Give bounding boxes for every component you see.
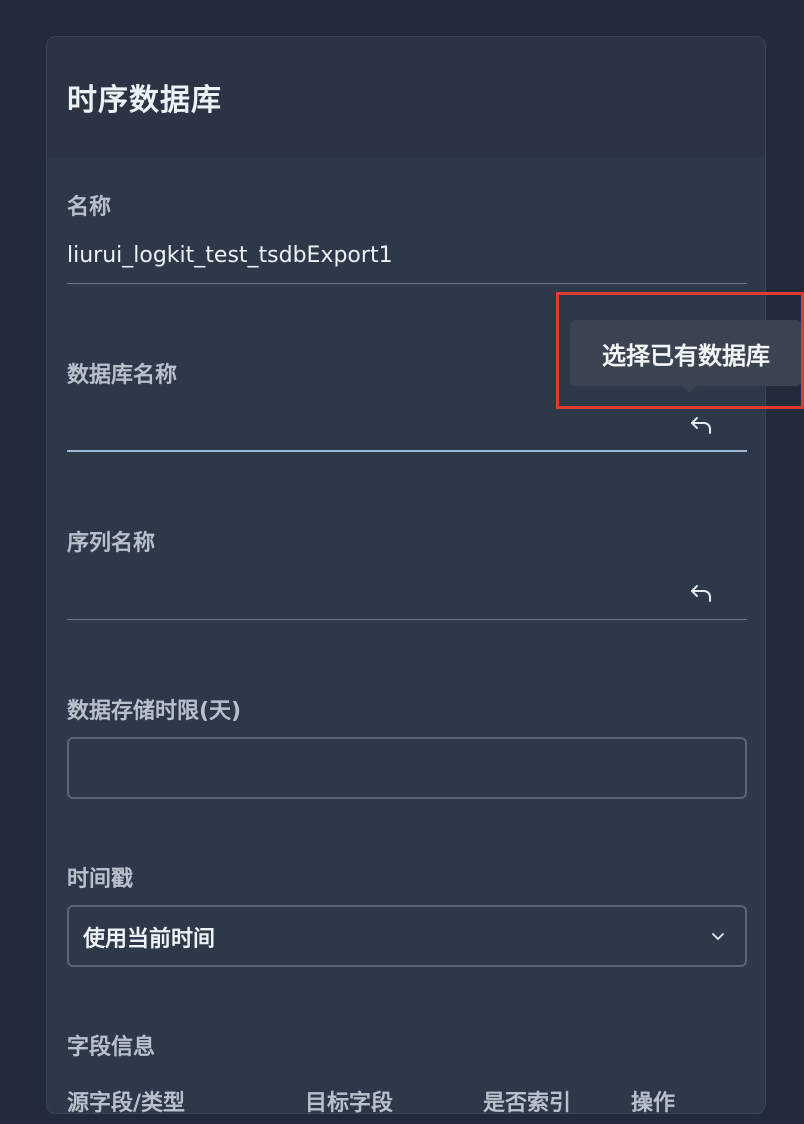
name-input[interactable]: liurui_logkit_test_tsdbExport1 bbox=[67, 243, 393, 268]
database-name-input[interactable] bbox=[67, 411, 667, 441]
series-name-input[interactable] bbox=[67, 579, 667, 609]
database-name-underline bbox=[67, 450, 747, 452]
timestamp-label: 时间戳 bbox=[67, 867, 134, 892]
timestamp-selected-value: 使用当前时间 bbox=[83, 927, 216, 952]
column-header-source: 源字段/类型 bbox=[67, 1091, 186, 1114]
name-label: 名称 bbox=[67, 195, 112, 220]
chevron-down-icon bbox=[712, 933, 724, 940]
timestamp-select[interactable]: 使用当前时间 bbox=[67, 905, 747, 967]
highlight-box bbox=[556, 292, 804, 409]
column-header-indexed: 是否索引 bbox=[483, 1091, 572, 1114]
tsdb-config-panel: 时序数据库 名称 liurui_logkit_test_tsdbExport1 … bbox=[46, 36, 766, 1114]
panel-title: 时序数据库 bbox=[67, 83, 222, 118]
name-underline bbox=[67, 283, 747, 284]
series-name-underline bbox=[67, 619, 747, 620]
fields-info-label: 字段信息 bbox=[67, 1035, 156, 1060]
retention-label: 数据存储时限(天) bbox=[67, 699, 242, 724]
retention-input[interactable] bbox=[67, 737, 747, 799]
reply-arrow-icon[interactable] bbox=[689, 581, 713, 605]
panel-header: 时序数据库 bbox=[47, 37, 765, 157]
database-name-label: 数据库名称 bbox=[67, 363, 178, 388]
column-header-target: 目标字段 bbox=[305, 1091, 394, 1114]
series-name-label: 序列名称 bbox=[67, 531, 156, 556]
column-header-actions: 操作 bbox=[631, 1091, 676, 1114]
reply-arrow-icon[interactable] bbox=[689, 413, 713, 437]
